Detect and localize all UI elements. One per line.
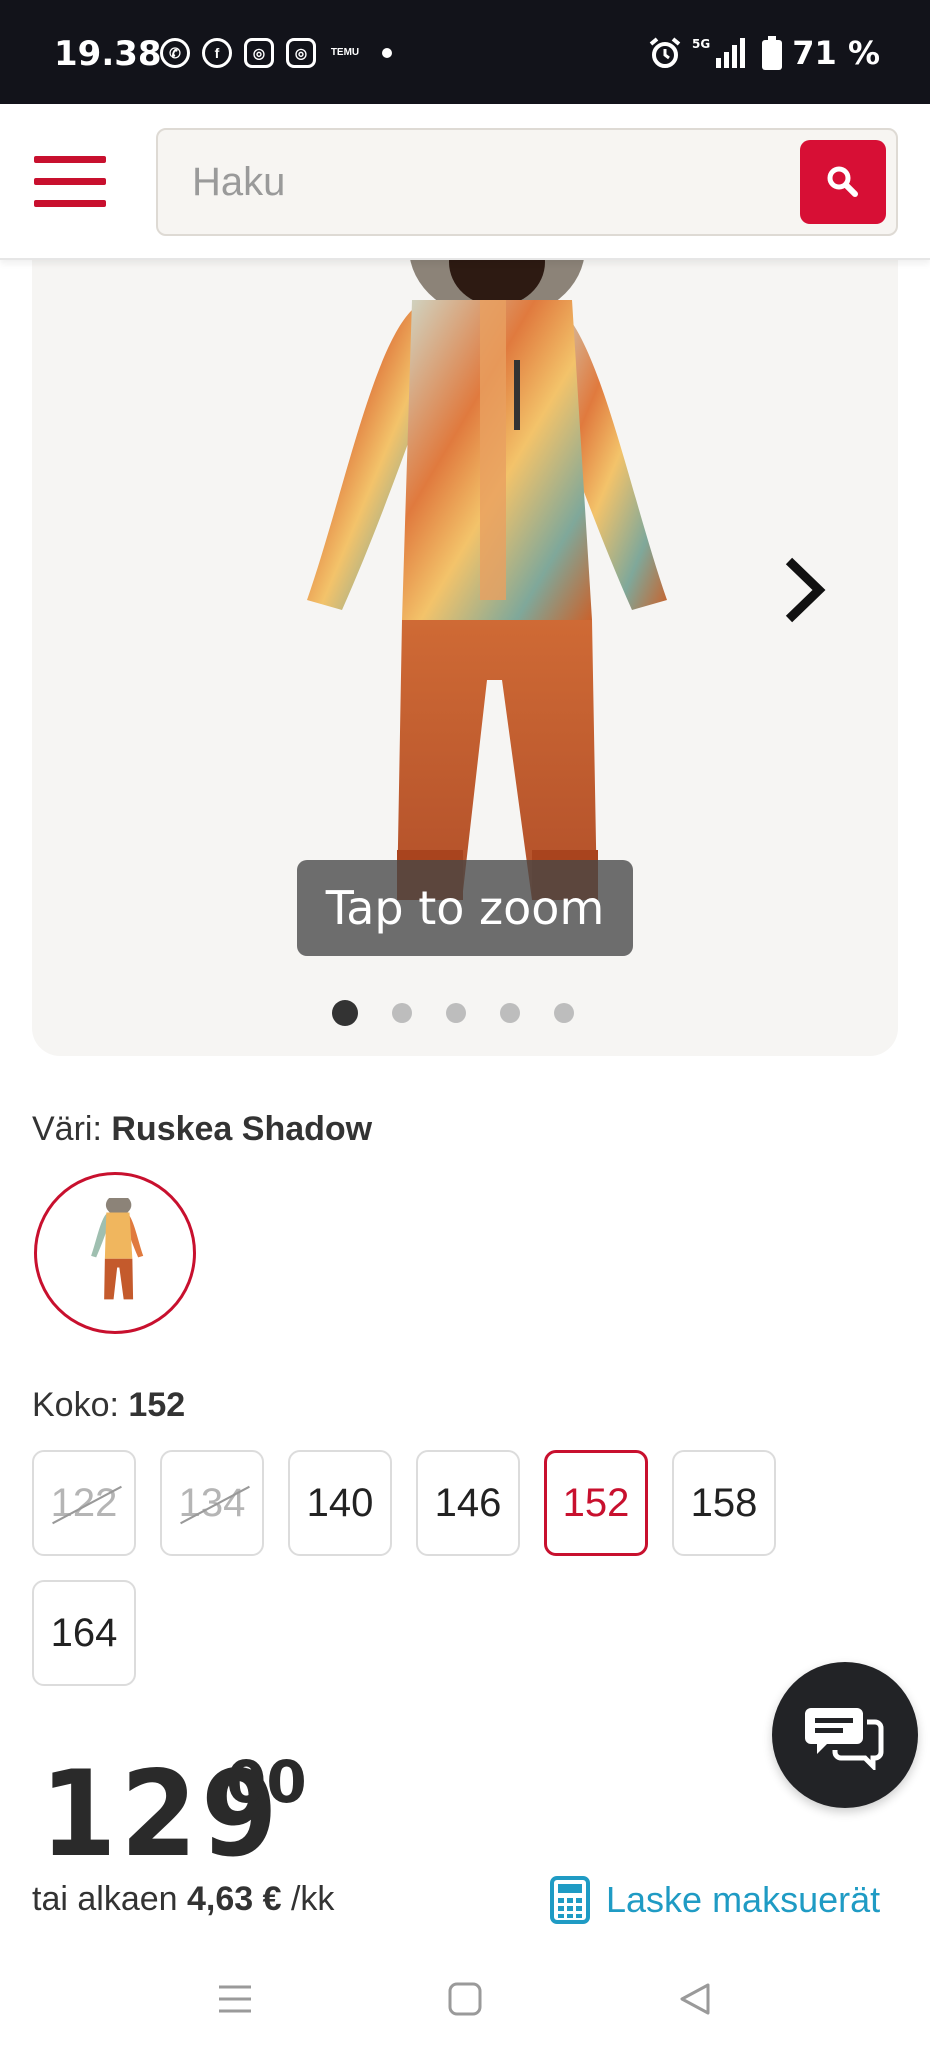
color-label-text: Väri: [32,1110,102,1148]
installment-prefix: tai alkaen [32,1880,178,1918]
size-option-146[interactable]: 146 [416,1450,520,1556]
calculate-installments-label: Laske maksuerät [606,1879,881,1920]
search-input[interactable] [192,154,792,210]
facebook-icon: f [202,38,232,68]
size-options: 122 134 140 146 152 158 164 [32,1450,892,1686]
whatsapp-icon: ✆ [160,38,190,68]
pagination-dot-4[interactable] [500,1003,520,1023]
notification-icons: ✆ f ◎ ◎ TEMU [160,38,392,68]
back-icon [680,1983,710,2015]
battery-icon [762,36,783,70]
swatch-thumbnail [91,1198,144,1300]
installment-suffix: /kk [290,1880,335,1918]
next-image-button[interactable] [770,540,840,640]
chat-icon [805,1708,884,1770]
network-type: 5G [692,37,710,51]
instagram-icon: ◎ [286,38,316,68]
color-label: Väri: Ruskea Shadow [32,1110,372,1149]
size-option-158[interactable]: 158 [672,1450,776,1556]
price-cents: 00 [226,1748,307,1816]
product-image[interactable] [262,200,682,960]
size-label: Koko: 152 [32,1386,185,1425]
temu-icon: TEMU [330,47,360,58]
more-notifications-dot [382,48,392,58]
calculate-installments-link[interactable]: Laske maksuerät [550,1876,880,1924]
chevron-right-icon [785,557,826,623]
calculator-icon [550,1876,590,1924]
pagination-dot-3[interactable] [446,1003,466,1023]
search-icon [827,166,858,197]
installment-info: tai alkaen 4,63 € /kk [32,1880,334,1919]
chat-button[interactable] [772,1662,918,1808]
pagination-dot-5[interactable] [554,1003,574,1023]
gallery-pagination [332,1000,574,1026]
size-option-140[interactable]: 140 [288,1450,392,1556]
home-button[interactable] [440,1974,490,2024]
installment-amount: 4,63 € [187,1880,282,1918]
home-icon [448,1982,482,2016]
battery-level: 71 % [792,34,880,72]
signal-icon: 5G [692,37,746,68]
size-option-164[interactable]: 164 [32,1580,136,1686]
size-label-text: Koko: [32,1386,119,1424]
pagination-dot-2[interactable] [392,1003,412,1023]
search-bar [156,128,898,236]
instagram-icon: ◎ [244,38,274,68]
pagination-dot-1[interactable] [332,1000,358,1026]
tap-to-zoom-hint[interactable]: Tap to zoom [297,860,633,956]
size-option-152[interactable]: 152 [544,1450,648,1556]
site-header [0,104,930,260]
size-option-122[interactable]: 122 [32,1450,136,1556]
back-button[interactable] [670,1974,720,2024]
recent-apps-button[interactable] [210,1974,260,2024]
system-navigation-bar [0,1950,930,2048]
color-swatch-ruskea-shadow[interactable] [34,1172,196,1334]
search-button[interactable] [800,140,886,224]
alarm-icon [649,37,681,68]
size-value: 152 [128,1386,186,1424]
menu-icon[interactable] [34,156,106,208]
status-time: 19.38 [54,34,162,74]
status-bar: 19.38 ✆ f ◎ ◎ TEMU 5G 71 % [0,0,930,104]
recent-apps-icon [219,1985,251,2013]
color-value: Ruskea Shadow [111,1110,373,1148]
size-option-134[interactable]: 134 [160,1450,264,1556]
price: 129 00 [40,1745,307,1883]
product-gallery[interactable]: Tap to zoom [32,200,898,1056]
